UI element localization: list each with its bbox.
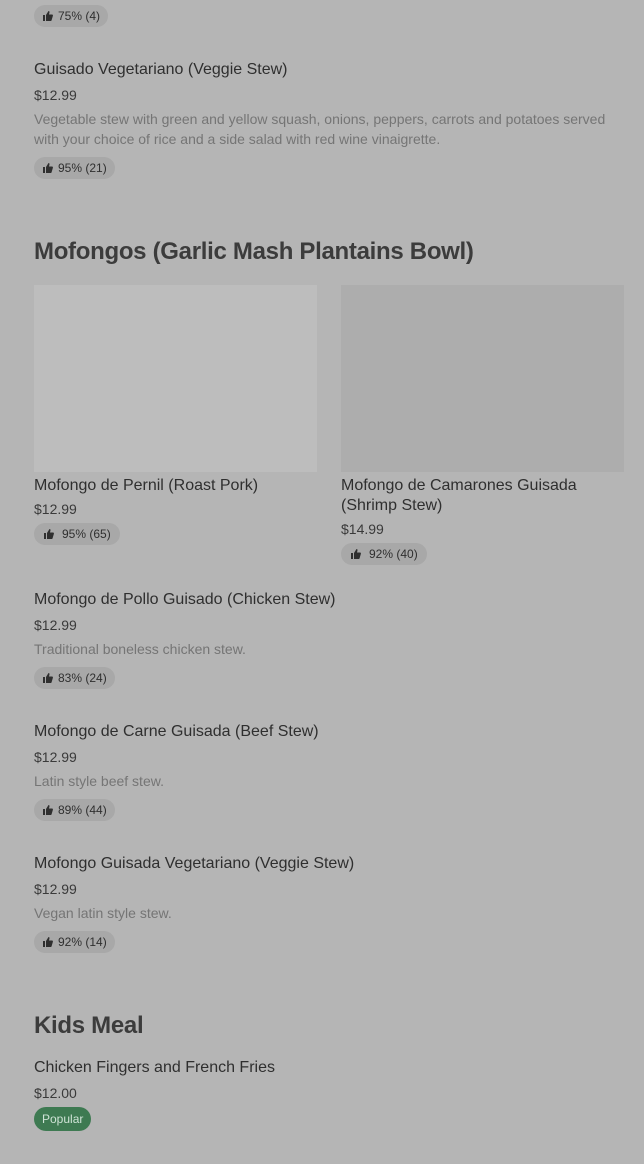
- thumbs-up-icon: [350, 548, 362, 560]
- thumbs-up-icon: [42, 162, 54, 174]
- rating-badge: 92% (14): [34, 931, 115, 953]
- menu-item-description: Vegan latin style stew.: [34, 905, 172, 921]
- thumbs-up-icon: [42, 804, 54, 816]
- rating-badge: 92% (40): [341, 543, 427, 565]
- rating-badge: 83% (24): [34, 667, 115, 689]
- menu-item-title[interactable]: Mofongo Guisada Vegetariano (Veggie Stew…: [34, 854, 354, 874]
- rating-badge: 95% (21): [34, 157, 115, 179]
- menu-item-title[interactable]: Mofongo de Pernil (Roast Pork): [34, 476, 317, 496]
- menu-item-title[interactable]: Guisado Vegetariano (Veggie Stew): [34, 60, 288, 80]
- menu-item-title[interactable]: Mofongo de Pollo Guisado (Chicken Stew): [34, 590, 336, 610]
- rating-badge: 95% (65): [34, 523, 120, 545]
- menu-item-price: $14.99: [341, 521, 384, 537]
- menu-item-description: Traditional boneless chicken stew.: [34, 641, 246, 657]
- menu-item-description: Vegetable stew with green and yellow squ…: [34, 111, 606, 147]
- rating-text: 89% (44): [58, 803, 107, 817]
- menu-item-title[interactable]: Chicken Fingers and French Fries: [34, 1058, 275, 1078]
- menu-item-description: Latin style beef stew.: [34, 773, 164, 789]
- rating-text: 75% (4): [58, 9, 101, 23]
- rating-badge: 75% (4): [34, 5, 109, 27]
- menu-item-image[interactable]: [34, 285, 317, 472]
- rating-text: 92% (14): [58, 935, 107, 949]
- rating-text: 95% (65): [62, 527, 111, 541]
- menu-item-price: $12.99: [34, 501, 77, 517]
- popular-badge: Popular: [34, 1107, 92, 1131]
- menu-item-image[interactable]: [341, 285, 624, 472]
- thumbs-up-icon: [42, 10, 54, 22]
- rating-text: 83% (24): [58, 671, 107, 685]
- section-heading-mofongos: Mofongos (Garlic Mash Plantains Bowl): [34, 238, 474, 265]
- menu-item-price: $12.99: [34, 749, 77, 765]
- menu-item-price: $12.99: [34, 617, 77, 633]
- menu-item-price: $12.00: [34, 1085, 77, 1101]
- section-heading-kids-meal: Kids Meal: [34, 1012, 144, 1039]
- menu-item-price: $12.99: [34, 881, 77, 897]
- menu-page: 75% (4) Guisado Vegetariano (Veggie Stew…: [0, 0, 644, 1164]
- menu-item-title[interactable]: Mofongo de Camarones Guisada (Shrimp Ste…: [341, 476, 624, 516]
- rating-badge: 89% (44): [34, 799, 115, 821]
- menu-item-price: $12.99: [34, 87, 77, 103]
- thumbs-up-icon: [42, 672, 54, 684]
- thumbs-up-icon: [43, 528, 55, 540]
- rating-text: 95% (21): [58, 161, 107, 175]
- rating-text: 92% (40): [369, 547, 418, 561]
- menu-item-title[interactable]: Mofongo de Carne Guisada (Beef Stew): [34, 722, 319, 742]
- thumbs-up-icon: [42, 936, 54, 948]
